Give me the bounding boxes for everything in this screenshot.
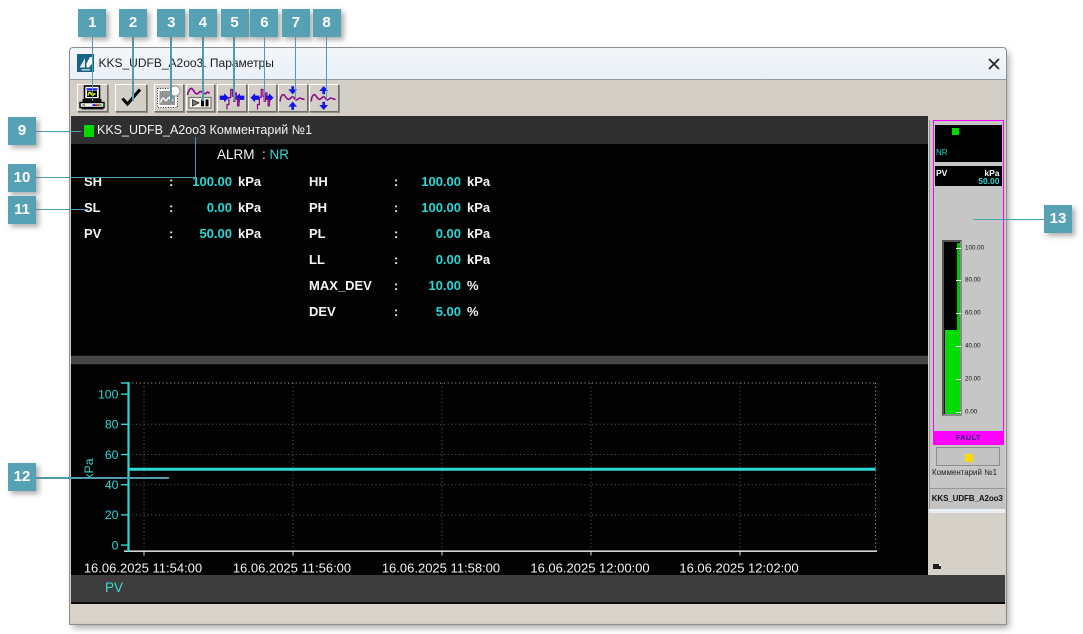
svg-text:80: 80 [105, 418, 119, 432]
svg-text:20: 20 [105, 508, 119, 522]
svg-text:16.06.2025 11:56:00: 16.06.2025 11:56:00 [233, 561, 351, 575]
svg-text:100: 100 [98, 387, 119, 401]
svg-text:16.06.2025 12:00:00: 16.06.2025 12:00:00 [530, 561, 649, 575]
svg-text:60: 60 [105, 448, 119, 462]
svg-text:16.06.2025 11:54:00: 16.06.2025 11:54:00 [84, 561, 202, 575]
svg-text:16.06.2025 11:58:00: 16.06.2025 11:58:00 [382, 561, 500, 575]
svg-text:16.06.2025 12:02:00: 16.06.2025 12:02:00 [679, 561, 798, 575]
svg-text:0: 0 [112, 538, 119, 552]
svg-text:40: 40 [105, 478, 119, 492]
